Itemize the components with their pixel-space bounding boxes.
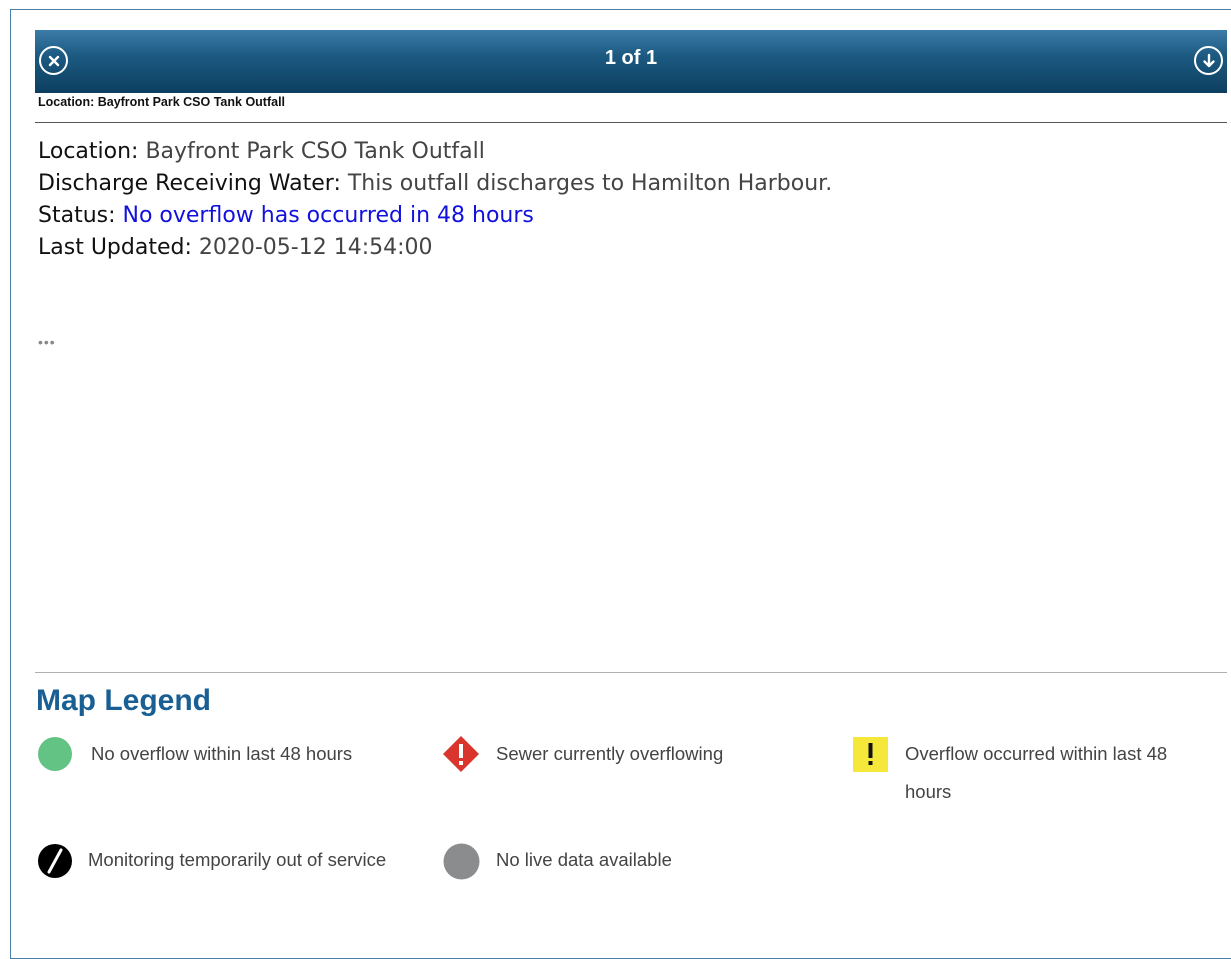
popup-subtitle: Location: Bayfront Park CSO Tank Outfall: [38, 95, 286, 109]
yellow-exclamation-icon: [853, 737, 888, 772]
gray-circle-icon: [443, 843, 480, 880]
discharge-row: Discharge Receiving Water: This outfall …: [38, 168, 832, 200]
location-value: Bayfront Park CSO Tank Outfall: [138, 139, 485, 164]
legend-item-no-overflow: No overflow within last 48 hours: [91, 743, 353, 764]
legend-item-recent-overflow: Overflow occurred within last 48 hours: [905, 743, 1168, 802]
feature-counter: 1 of 1: [604, 47, 658, 69]
popup-header: 1 of 1: [35, 30, 1227, 93]
red-diamond-alert-icon: [443, 736, 479, 772]
feature-details: Location: Bayfront Park CSO Tank Outfall…: [38, 136, 832, 264]
legend-divider: [35, 672, 1227, 673]
legend-item-out-of-service: Monitoring temporarily out of service: [88, 849, 387, 870]
status-row: Status: No overflow has occurred in 48 h…: [38, 200, 832, 232]
legend-item-overflowing: Sewer currently overflowing: [496, 743, 724, 764]
green-circle-icon: [38, 737, 72, 771]
legend-item-no-data: No live data available: [496, 849, 672, 870]
updated-value: 2020-05-12 14:54:00: [191, 235, 433, 260]
updated-row: Last Updated: 2020-05-12 14:54:00: [38, 232, 832, 264]
more-indicator[interactable]: •••: [38, 334, 56, 350]
discharge-label: Discharge Receiving Water:: [38, 171, 341, 196]
discharge-value: This outfall discharges to Hamilton Harb…: [340, 171, 833, 196]
arrow-down-icon: [1202, 53, 1215, 67]
divider: [35, 122, 1227, 123]
location-label: Location:: [38, 139, 139, 164]
status-value: No overflow has occurred in 48 hours: [115, 203, 534, 228]
download-button[interactable]: [1194, 46, 1223, 75]
status-label: Status:: [38, 203, 116, 228]
updated-label: Last Updated:: [38, 235, 192, 260]
legend-title: Map Legend: [36, 684, 212, 717]
black-slash-circle-icon: [38, 844, 72, 878]
location-row: Location: Bayfront Park CSO Tank Outfall: [38, 136, 832, 168]
